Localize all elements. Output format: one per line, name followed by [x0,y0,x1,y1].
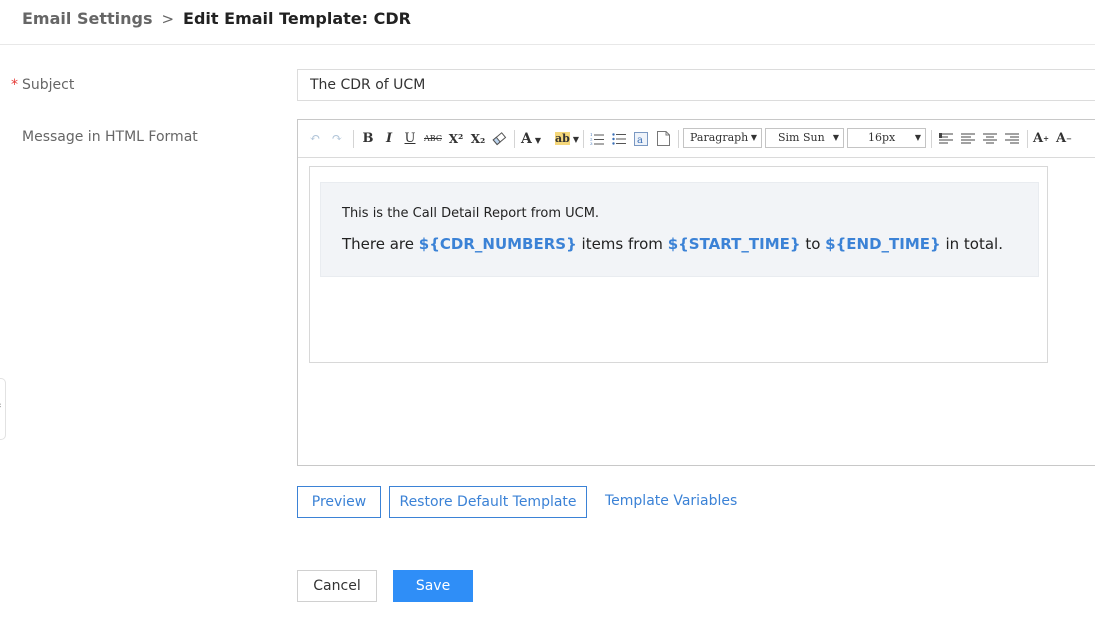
font-size-select-value: 16px [868,131,896,144]
redo-icon[interactable]: ↷ [328,129,346,149]
superscript-button[interactable]: X² [447,129,465,149]
font-color-label: A [520,131,532,147]
eraser-icon[interactable] [490,129,508,149]
preview-button[interactable]: Preview [297,486,381,518]
chevron-down-icon: ▼ [534,135,542,145]
font-increase-icon[interactable]: A+ [1033,129,1049,149]
subject-input[interactable] [297,69,1095,101]
subscript-button[interactable]: X₂ [469,129,487,149]
template-text: There are [342,235,419,253]
breadcrumb: Email Settings > Edit Email Template: CD… [22,9,411,28]
breadcrumb-separator: > [161,9,175,28]
page-icon[interactable] [655,129,671,149]
template-text: to [800,235,826,253]
font-family-select[interactable]: Sim Sun ▼ [765,128,844,148]
align-right-icon[interactable] [1004,129,1020,149]
font-increase-label: A [1033,131,1044,146]
toolbar-divider [514,130,515,148]
unordered-list-icon[interactable] [611,129,627,149]
strikethrough-button[interactable]: ABC [422,129,444,149]
breadcrumb-email-settings[interactable]: Email Settings [22,9,152,28]
insert-link-icon[interactable]: a [633,129,649,149]
ordered-list-icon[interactable]: 123 [589,129,605,149]
required-mark: * [11,77,18,93]
save-button[interactable]: Save [393,570,473,602]
variable-end-time: ${END_TIME} [825,235,941,253]
toolbar-divider [678,130,679,148]
align-center-icon[interactable] [982,129,998,149]
editor-content-area[interactable]: This is the Call Detail Report from UCM.… [309,166,1048,363]
font-decrease-label: A [1056,131,1067,146]
html-editor[interactable]: ↶ ↷ B I U ABC X² X₂ A ▼ ab ▼ 123 a Paragra… [297,119,1095,466]
template-text: items from [576,235,668,253]
font-family-select-value: Sim Sun [778,131,825,144]
italic-button[interactable]: I [381,129,397,149]
template-variables-link[interactable]: Template Variables [605,493,737,509]
toolbar-divider [353,130,354,148]
cancel-button[interactable]: Cancel [297,570,377,602]
underline-button[interactable]: U [402,129,418,149]
toolbar-divider [1027,130,1028,148]
restore-default-template-button[interactable]: Restore Default Template [389,486,587,518]
chevron-down-icon: ▼ [832,133,839,142]
toolbar-divider [583,130,584,148]
svg-text:3: 3 [590,141,593,146]
page-title: Edit Email Template: CDR [183,9,411,28]
chevron-left-icon: ‹ [0,401,2,411]
template-text: in total. [940,235,1003,253]
svg-text:a: a [637,135,643,146]
align-justify-icon[interactable] [960,129,976,149]
paragraph-select[interactable]: Paragraph ▼ [683,128,762,148]
subject-label-text: Subject [22,77,75,93]
undo-icon[interactable]: ↶ [306,129,324,149]
align-left-icon[interactable] [938,129,954,149]
subject-label: * Subject [11,77,74,93]
toolbar-divider [931,130,932,148]
paragraph-select-value: Paragraph [690,131,749,144]
font-size-select[interactable]: 16px ▼ [847,128,926,148]
template-body: This is the Call Detail Report from UCM.… [320,182,1039,277]
font-color-button[interactable]: A ▼ [520,129,542,149]
template-line-1: This is the Call Detail Report from UCM. [342,206,600,221]
bold-button[interactable]: B [360,129,376,149]
template-line-2: There are ${CDR_NUMBERS} items from ${ST… [342,235,1003,253]
chevron-down-icon: ▼ [750,133,757,142]
highlight-button[interactable]: ab ▼ [552,129,582,149]
chevron-down-icon: ▼ [572,134,579,144]
font-decrease-icon[interactable]: A− [1056,129,1072,149]
message-label: Message in HTML Format [22,129,198,145]
sidebar-collapse-handle[interactable]: ‹ [0,378,6,440]
editor-toolbar: ↶ ↷ B I U ABC X² X₂ A ▼ ab ▼ 123 a Paragra… [298,120,1095,158]
highlight-label: ab [555,132,570,145]
variable-start-time: ${START_TIME} [667,235,801,253]
variable-cdr-numbers: ${CDR_NUMBERS} [418,235,577,253]
chevron-down-icon: ▼ [914,133,921,142]
page-header: Email Settings > Edit Email Template: CD… [0,0,1095,45]
